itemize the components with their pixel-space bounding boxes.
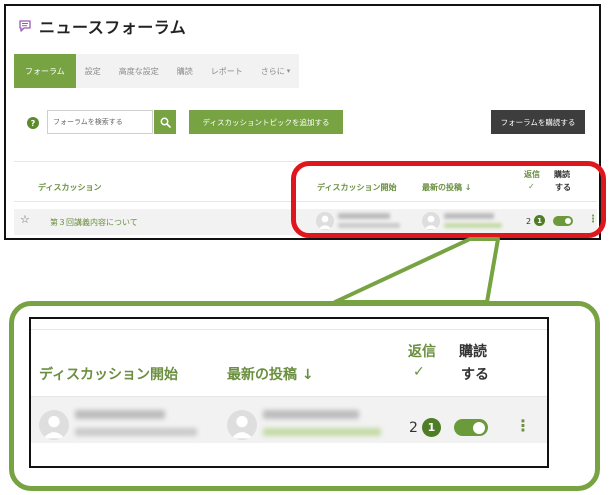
user-icon — [227, 410, 257, 440]
header-last-post[interactable]: 最新の投稿 ↓ — [227, 364, 314, 384]
blurred-user-name — [75, 410, 165, 419]
user-icon — [39, 410, 69, 440]
blurred-post-date-link — [263, 428, 381, 436]
unread-badge[interactable]: 1 — [422, 418, 441, 437]
kebab-menu-icon[interactable]: ⋮ — [515, 416, 531, 435]
header-subscribe-line2[interactable]: する — [461, 364, 489, 384]
header-subscribe-line1[interactable]: 購読 — [459, 341, 487, 361]
reply-count[interactable]: 2 — [409, 420, 418, 436]
header-replies[interactable]: 返信 — [408, 341, 436, 361]
toggle-knob — [473, 421, 485, 434]
zoomed-table-detail: ディスカッション開始 最新の投稿 ↓ 返信 ✓ 購読 する 2 1 ⋮ — [29, 317, 549, 468]
subscribe-toggle[interactable] — [454, 419, 488, 436]
replies-check-icon: ✓ — [413, 364, 425, 380]
table-divider — [31, 329, 547, 330]
blurred-user-name — [263, 410, 359, 419]
blurred-post-date — [75, 428, 197, 436]
header-started-by[interactable]: ディスカッション開始 — [39, 364, 178, 384]
